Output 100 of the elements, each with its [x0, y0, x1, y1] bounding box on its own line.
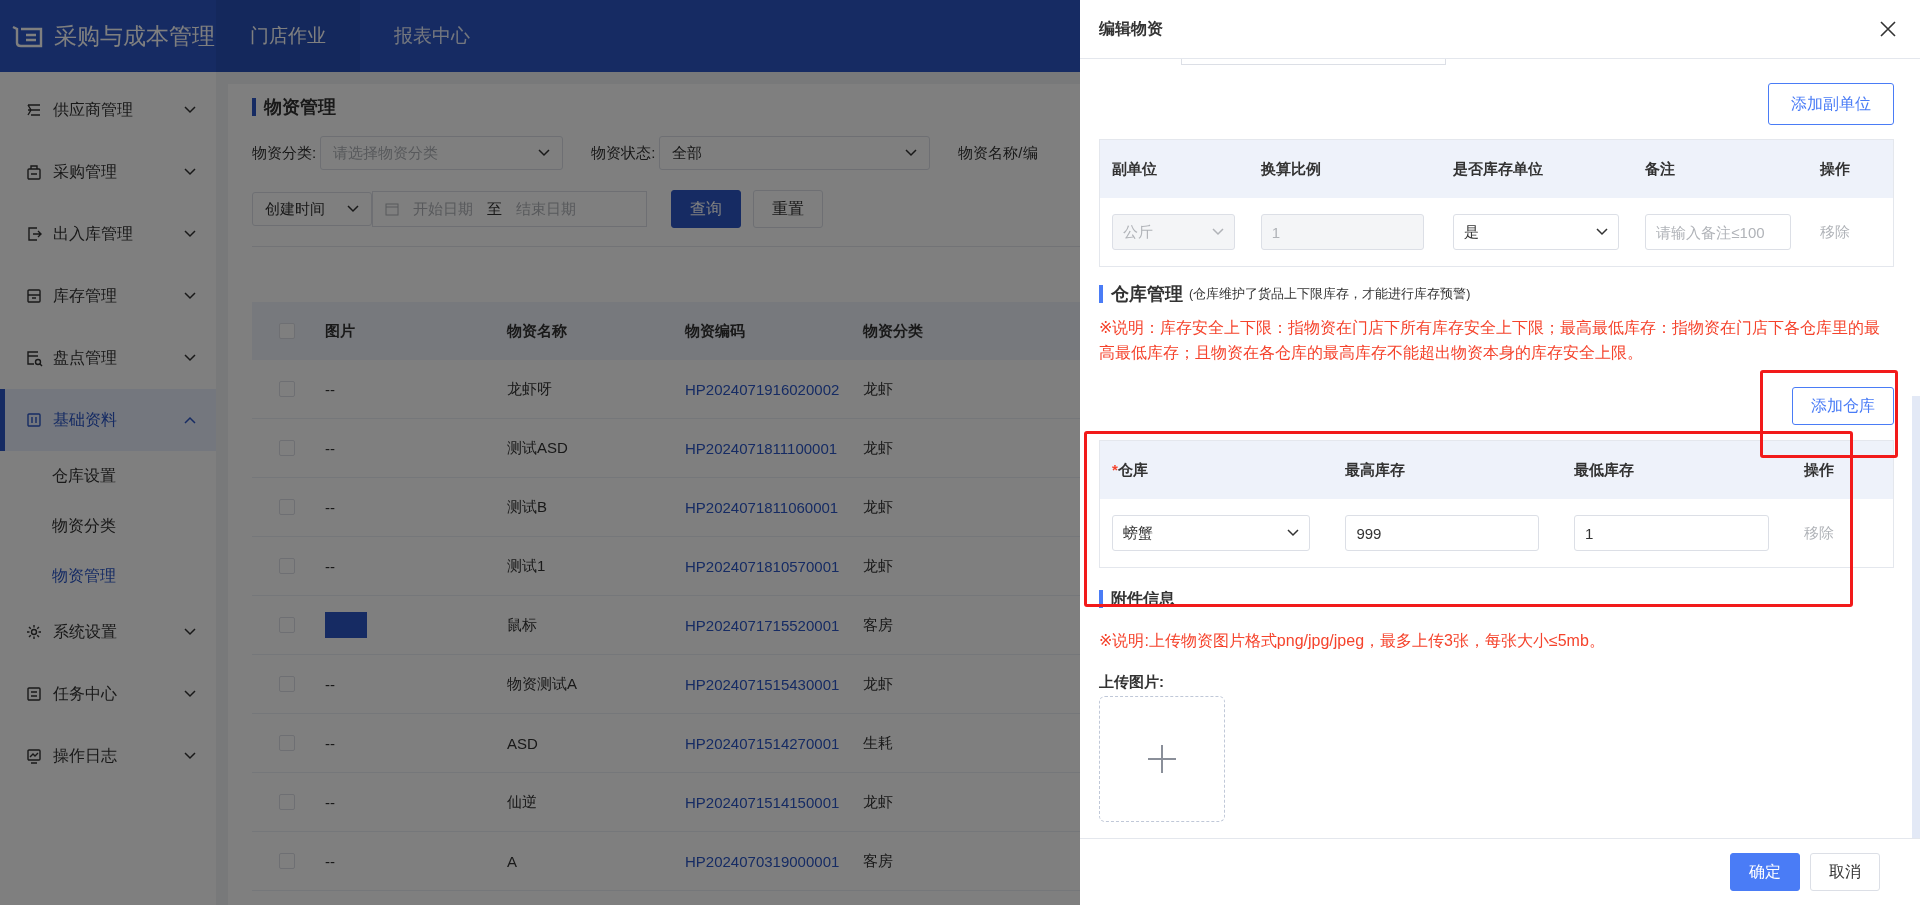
- chevron-icon: [184, 168, 196, 176]
- input-field[interactable]: [1181, 59, 1446, 65]
- chevron-icon: [905, 149, 918, 157]
- column-header: 图片: [325, 321, 355, 339]
- sidebar-item[interactable]: 采购管理: [0, 141, 216, 203]
- confirm-button[interactable]: 确定: [1730, 853, 1800, 891]
- nav-tab[interactable]: 门店作业: [216, 0, 360, 72]
- panel-icon: [25, 411, 43, 429]
- section-hint: (仓库维护了货品上下限库存，才能进行库存预警): [1189, 285, 1471, 303]
- table-cell: --: [325, 557, 335, 575]
- table-cell: 客房: [863, 615, 893, 633]
- table-cell: --: [325, 852, 335, 870]
- table-cell: 龙虾呀: [507, 379, 552, 397]
- code-link[interactable]: HP2024070319000001: [685, 852, 840, 870]
- monitor-icon: [25, 747, 43, 765]
- sidebar-item[interactable]: 基础资料: [0, 389, 216, 451]
- code-link[interactable]: HP2024071514150001: [685, 793, 840, 811]
- table-cell: 龙虾: [863, 556, 893, 574]
- add-sub-unit-button[interactable]: 添加副单位: [1768, 83, 1894, 125]
- code-link[interactable]: HP2024071811060001: [685, 498, 839, 516]
- table-cell: --: [325, 793, 335, 811]
- gear-icon: [25, 623, 43, 641]
- upload-label: 上传图片:: [1099, 673, 1165, 692]
- code-link[interactable]: HP2024071515430001: [685, 675, 840, 693]
- chevron-icon: [347, 205, 359, 213]
- scrollbar[interactable]: [1912, 396, 1920, 838]
- filter-label: 物资分类:: [252, 143, 317, 163]
- sidebar-item[interactable]: 供应商管理: [0, 79, 216, 141]
- table-cell: --: [325, 734, 335, 752]
- column-header: *仓库: [1112, 460, 1148, 478]
- sidebar-item[interactable]: 系统设置: [0, 601, 216, 663]
- code-link[interactable]: HP2024071514270001: [685, 734, 840, 752]
- chevron-icon: [184, 354, 196, 362]
- filter-select[interactable]: 全部: [659, 136, 931, 170]
- sidebar-subitem[interactable]: 物资分类: [0, 501, 216, 551]
- table-cell: 仙逆: [507, 792, 537, 810]
- sidebar-item[interactable]: 任务中心: [0, 663, 216, 725]
- code-link[interactable]: HP2024071715520001: [685, 616, 840, 634]
- app-title: 采购与成本管理: [54, 21, 215, 51]
- table-cell: 龙虾: [863, 497, 893, 515]
- chevron-icon: [1287, 529, 1299, 537]
- table-cell: 龙虾: [863, 674, 893, 692]
- min-stock-field[interactable]: 1: [1574, 515, 1769, 551]
- table-cell: 测试1: [507, 556, 546, 574]
- sidebar-subitem[interactable]: 仓库设置: [0, 451, 216, 501]
- chevron-icon: [1212, 228, 1224, 236]
- close-button[interactable]: [1878, 19, 1898, 39]
- column-header: 物资分类: [863, 321, 923, 339]
- column-header: 副单位: [1112, 159, 1157, 177]
- upload-area[interactable]: [1099, 696, 1225, 822]
- chevron-icon: [184, 690, 196, 698]
- table-cell: 物资测试A: [507, 674, 577, 692]
- drawer-title: 编辑物资: [1099, 18, 1163, 39]
- table-cell: --: [325, 498, 335, 516]
- sidebar-item[interactable]: 库存管理: [0, 265, 216, 327]
- calendar-icon: [385, 202, 399, 216]
- filter-label: 物资名称/编: [958, 143, 1038, 163]
- table-cell: A: [507, 852, 517, 870]
- column-header: 是否库存单位: [1452, 159, 1543, 177]
- column-header: 操作: [1803, 460, 1834, 478]
- table-cell: 龙虾: [863, 438, 893, 456]
- code-link[interactable]: HP2024071810570001: [685, 557, 840, 575]
- filter-button[interactable]: 重置: [753, 190, 823, 228]
- table-cell: --: [325, 439, 335, 457]
- table-cell: 生耗: [863, 733, 893, 751]
- table-cell: 测试ASD: [507, 438, 568, 456]
- section-title: 仓库管理: [1099, 285, 1183, 303]
- chevron-icon: [184, 106, 196, 114]
- code-link[interactable]: HP2024071916020002: [685, 380, 840, 398]
- plus-icon: [1147, 744, 1177, 774]
- sidebar-subitem[interactable]: 物资管理: [0, 551, 216, 601]
- column-header: 最低库存: [1574, 460, 1634, 478]
- box-icon: [25, 287, 43, 305]
- date-type-select[interactable]: 创建时间: [252, 192, 372, 226]
- warning-note: ※说明：库存安全上下限：指物资在门店下所有库存安全上下限；最高最低库存：指物资在门店下各仓库里的最高最低库存；且物资在各仓库的最高库存不能超出物资本身的库存安全上限。: [1099, 318, 1882, 363]
- column-header: 操作: [1819, 159, 1850, 177]
- column-header: 换算比例: [1260, 159, 1321, 177]
- table-cell: ASD: [507, 734, 538, 752]
- remark-field[interactable]: 请输入备注≤100: [1645, 214, 1792, 250]
- sidebar-item[interactable]: 盘点管理: [0, 327, 216, 389]
- filter-button[interactable]: 查询: [671, 190, 741, 228]
- stock-unit-select[interactable]: 是: [1452, 214, 1619, 250]
- chevron-icon: [184, 292, 196, 300]
- list-icon: [25, 685, 43, 703]
- code-link[interactable]: HP2024071811100001: [685, 439, 838, 457]
- filter-label: 物资状态:: [591, 143, 656, 163]
- sidebar-item[interactable]: 出入库管理: [0, 203, 216, 265]
- sidebar-item[interactable]: 操作日志: [0, 725, 216, 787]
- warehouse-select[interactable]: 螃蟹: [1112, 515, 1310, 551]
- add-warehouse-button[interactable]: 添加仓库: [1792, 387, 1894, 425]
- upload-note: ※说明:上传物资图片格式png/jpg/jpeg，最多上传3张，每张大小≤5mb。: [1099, 631, 1606, 651]
- cancel-button[interactable]: 取消: [1810, 853, 1880, 891]
- max-stock-field[interactable]: 999: [1345, 515, 1540, 551]
- table-cell: 鼠标: [507, 615, 537, 633]
- chevron-icon: [184, 416, 196, 424]
- table-cell: 客房: [863, 851, 893, 869]
- table-cell: 龙虾: [863, 379, 893, 397]
- nav-tab[interactable]: 报表中心: [360, 0, 504, 72]
- column-header: 备注: [1645, 159, 1676, 177]
- chevron-icon: [184, 752, 196, 760]
